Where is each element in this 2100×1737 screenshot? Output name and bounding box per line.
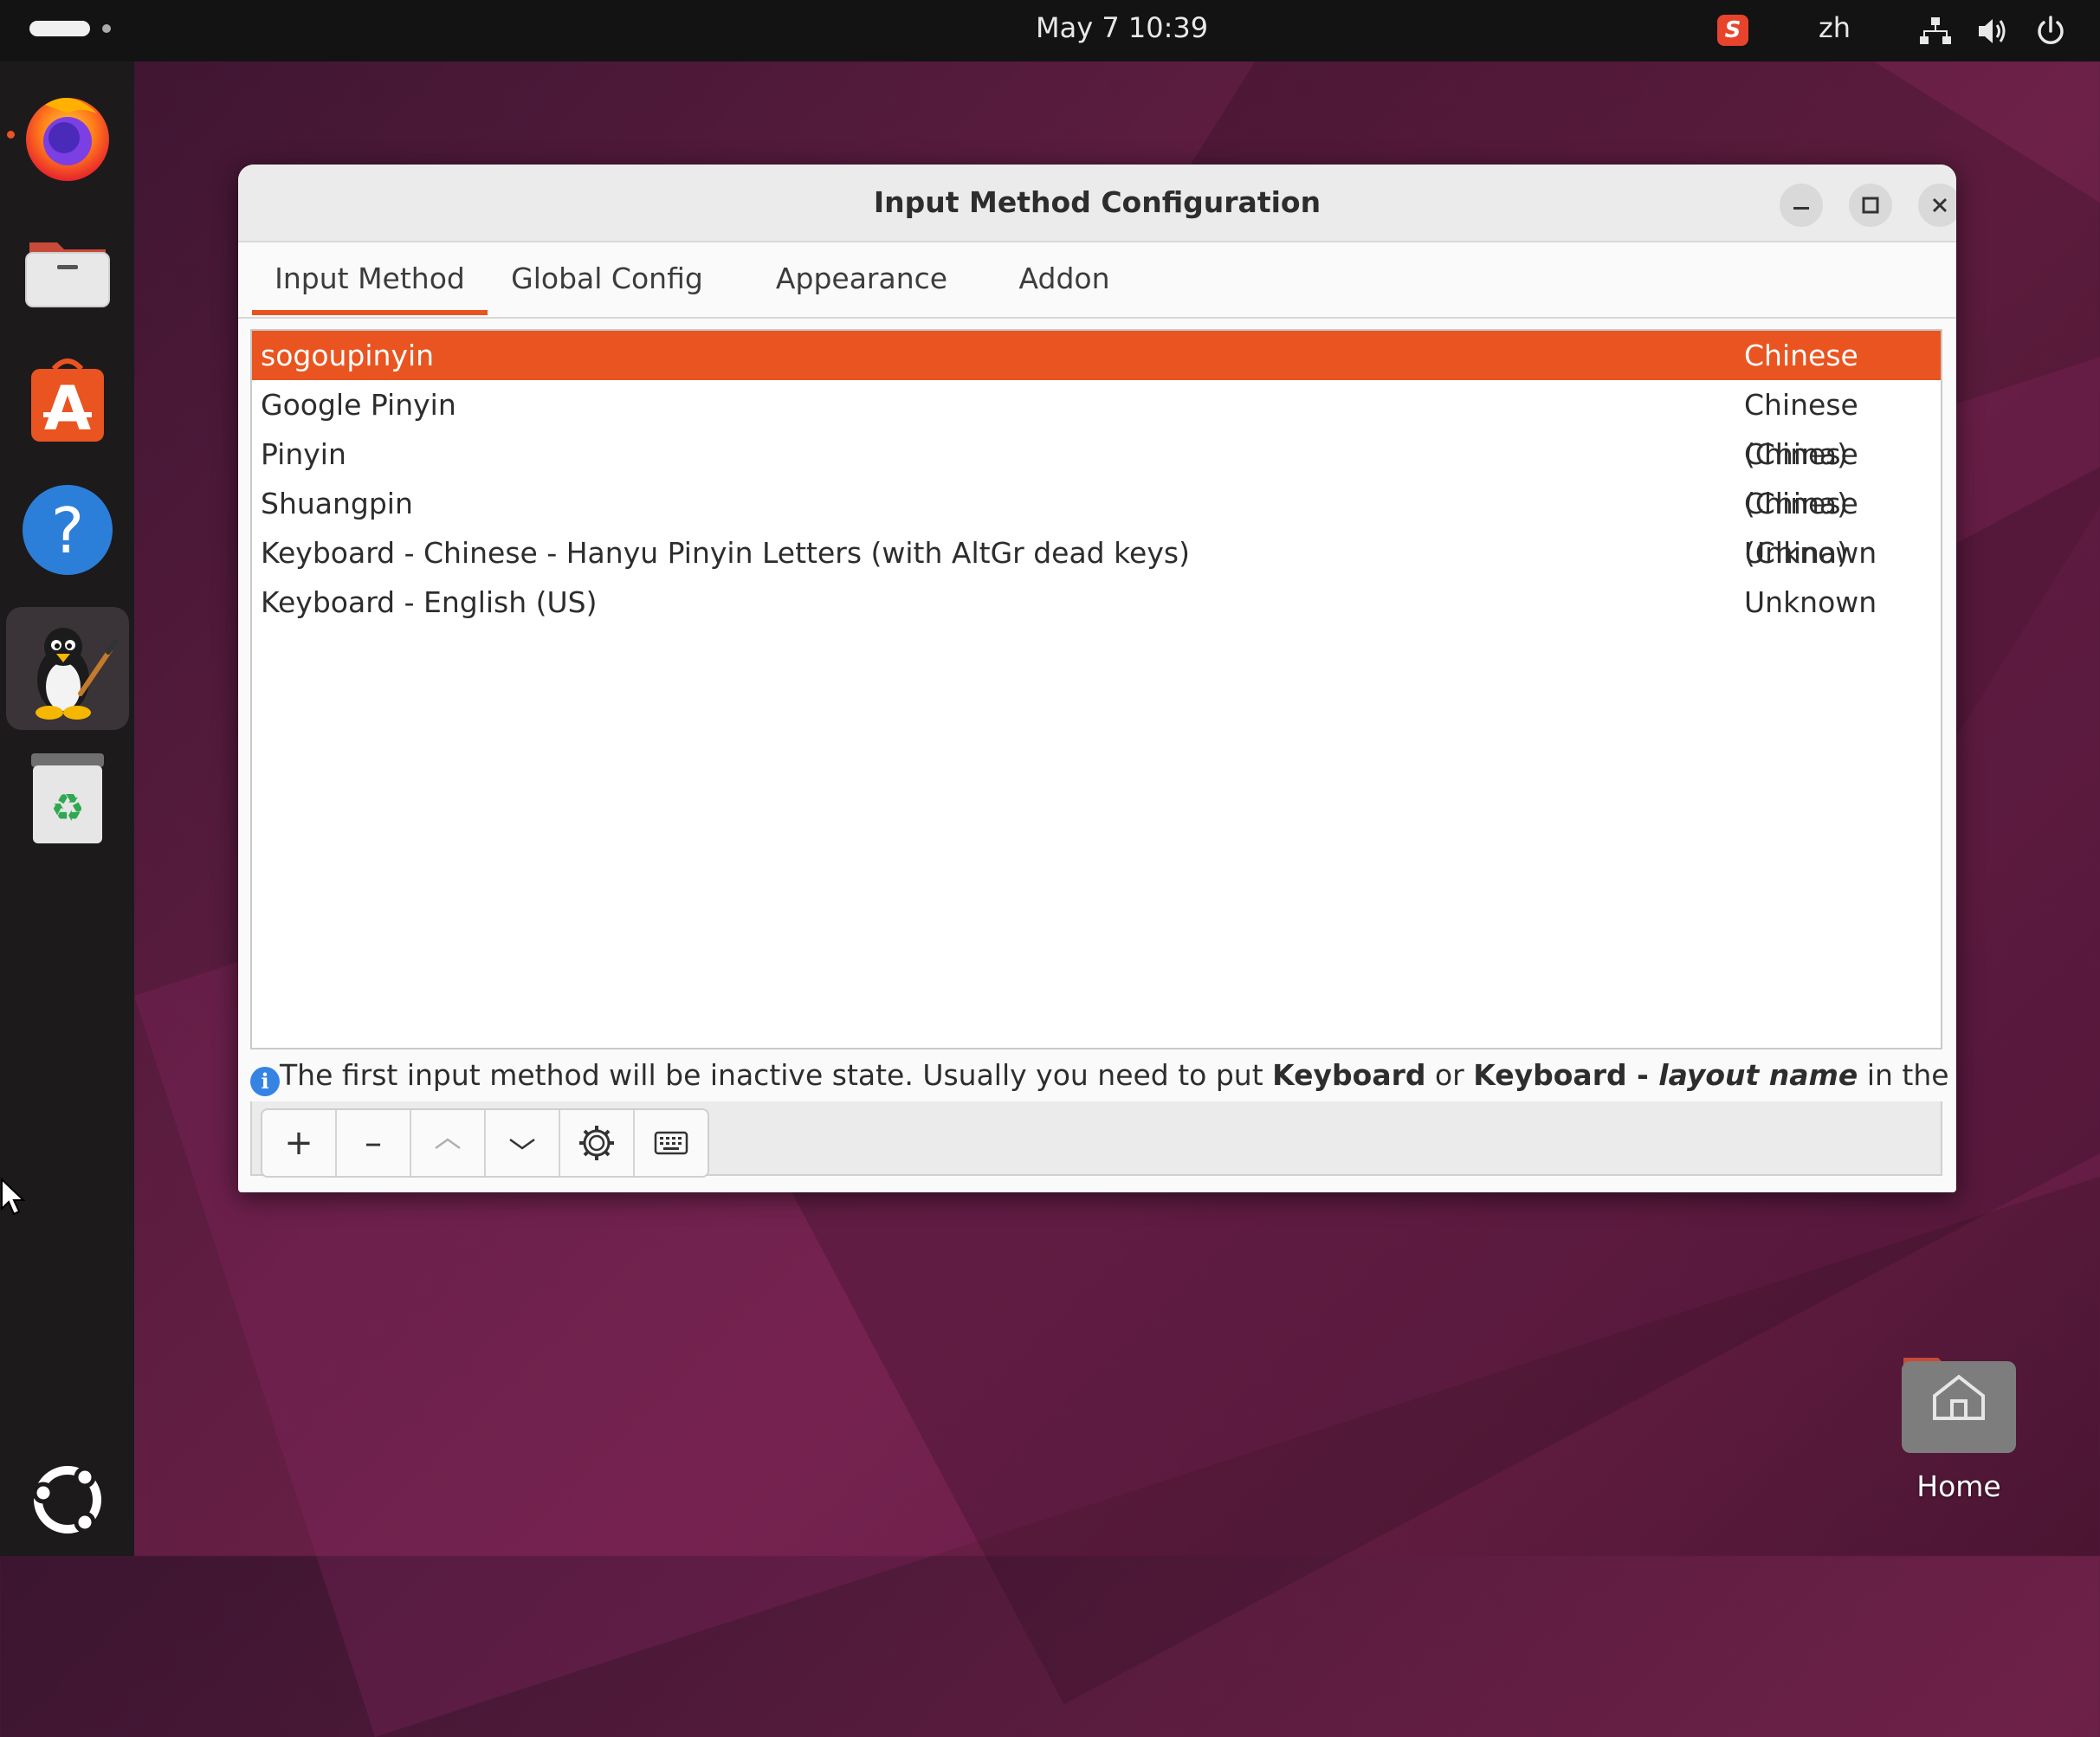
configure-button[interactable]: [560, 1110, 635, 1176]
tab-addon[interactable]: Addon: [1004, 242, 1125, 315]
svg-text:?: ?: [51, 494, 84, 567]
input-method-language: Unknown: [1744, 536, 1877, 570]
info-message: i The first input method will be inactive…: [250, 1049, 1956, 1101]
input-method-name: Shuangpin: [261, 487, 413, 520]
home-folder-label[interactable]: Home: [1871, 1469, 2047, 1503]
move-up-button[interactable]: [411, 1110, 486, 1176]
keyboard-icon: [654, 1131, 688, 1155]
window-title: Input Method Configuration: [873, 185, 1321, 219]
input-method-language: Unknown: [1744, 585, 1877, 619]
sogou-tray-icon[interactable]: S: [1717, 15, 1748, 46]
list-item[interactable]: Pinyin Chinese (China): [252, 429, 1941, 520]
help-icon[interactable]: ?: [19, 481, 116, 578]
maximize-button[interactable]: [1849, 184, 1892, 227]
gear-icon: [579, 1126, 614, 1160]
penguin-icon: [36, 628, 118, 720]
move-down-button[interactable]: [486, 1110, 560, 1176]
chevron-up-icon: [435, 1138, 461, 1150]
toolbar-area: + –: [250, 1101, 1942, 1178]
info-bold-keyboard: Keyboard: [1272, 1058, 1426, 1092]
input-method-name: sogoupinyin: [261, 339, 435, 372]
tab-appearance[interactable]: Appearance: [770, 242, 953, 315]
list-item[interactable]: Shuangpin Chinese (China): [252, 479, 1941, 570]
home-folder-icon[interactable]: [1900, 1342, 2018, 1455]
network-icon[interactable]: [1918, 14, 1953, 48]
info-icon: i: [250, 1067, 280, 1096]
minus-icon: –: [365, 1123, 382, 1163]
tab-global-config[interactable]: Global Config: [503, 242, 711, 315]
input-language-indicator[interactable]: zh: [1819, 9, 1851, 47]
power-icon[interactable]: [2033, 14, 2068, 48]
list-item[interactable]: sogoupinyin Chinese (China): [252, 331, 1941, 422]
tab-divider: [238, 317, 1956, 319]
files-icon[interactable]: [19, 222, 116, 319]
input-method-name: Keyboard - Chinese - Hanyu Pinyin Letter…: [261, 536, 1190, 570]
workspace-indicator: [102, 24, 111, 33]
info-text: The first input method will be inactive …: [280, 1058, 1273, 1092]
svg-text:A: A: [44, 373, 91, 444]
close-icon: [1932, 197, 1948, 213]
dock: A ? ♻: [0, 61, 134, 1556]
running-indicator: [7, 131, 15, 139]
input-method-name: Google Pinyin: [261, 388, 456, 422]
input-method-list[interactable]: sogoupinyin Chinese (China) Google Pinyi…: [250, 329, 1942, 1049]
workspace-indicator-active: [29, 21, 90, 36]
title-bar[interactable]: Input Method Configuration: [238, 165, 1956, 242]
info-text: in the first place.: [1866, 1058, 1956, 1092]
list-item[interactable]: Keyboard - English (US) Unknown: [252, 578, 1941, 627]
input-method-name: Keyboard - English (US): [261, 585, 598, 619]
fcitx-config-icon[interactable]: [6, 607, 129, 730]
svg-text:♻: ♻: [50, 786, 84, 830]
list-toolbar: + –: [261, 1108, 709, 1178]
input-method-config-window: Input Method Configuration Input Method …: [238, 165, 1956, 1192]
clock[interactable]: May 7 10:39: [1036, 9, 1208, 47]
info-layout-name: layout name: [1658, 1058, 1858, 1092]
minimize-icon: [1793, 207, 1809, 210]
show-apps-icon[interactable]: [19, 1451, 116, 1548]
tab-input-method[interactable]: Input Method: [252, 242, 488, 315]
trash-icon[interactable]: ♻: [19, 750, 116, 847]
volume-icon[interactable]: [1975, 14, 2010, 48]
plus-icon: +: [284, 1123, 313, 1163]
info-bold-keyboard-layout: Keyboard -: [1473, 1058, 1659, 1092]
list-item[interactable]: Keyboard - Chinese - Hanyu Pinyin Letter…: [252, 528, 1941, 578]
minimize-button[interactable]: [1780, 184, 1823, 227]
add-button[interactable]: +: [262, 1110, 337, 1176]
chevron-down-icon: [509, 1138, 535, 1150]
firefox-icon[interactable]: [19, 87, 116, 184]
maximize-icon: [1862, 197, 1879, 214]
close-button[interactable]: [1918, 184, 1956, 227]
keyboard-layout-button[interactable]: [635, 1110, 708, 1176]
mouse-cursor-icon: [1, 1178, 26, 1216]
info-text: or: [1425, 1058, 1474, 1092]
top-bar: May 7 10:39 S zh: [0, 0, 2100, 61]
input-method-name: Pinyin: [261, 437, 346, 471]
remove-button[interactable]: –: [337, 1110, 411, 1176]
app-center-icon[interactable]: A: [19, 352, 116, 449]
list-item[interactable]: Google Pinyin Chinese (China): [252, 380, 1941, 471]
